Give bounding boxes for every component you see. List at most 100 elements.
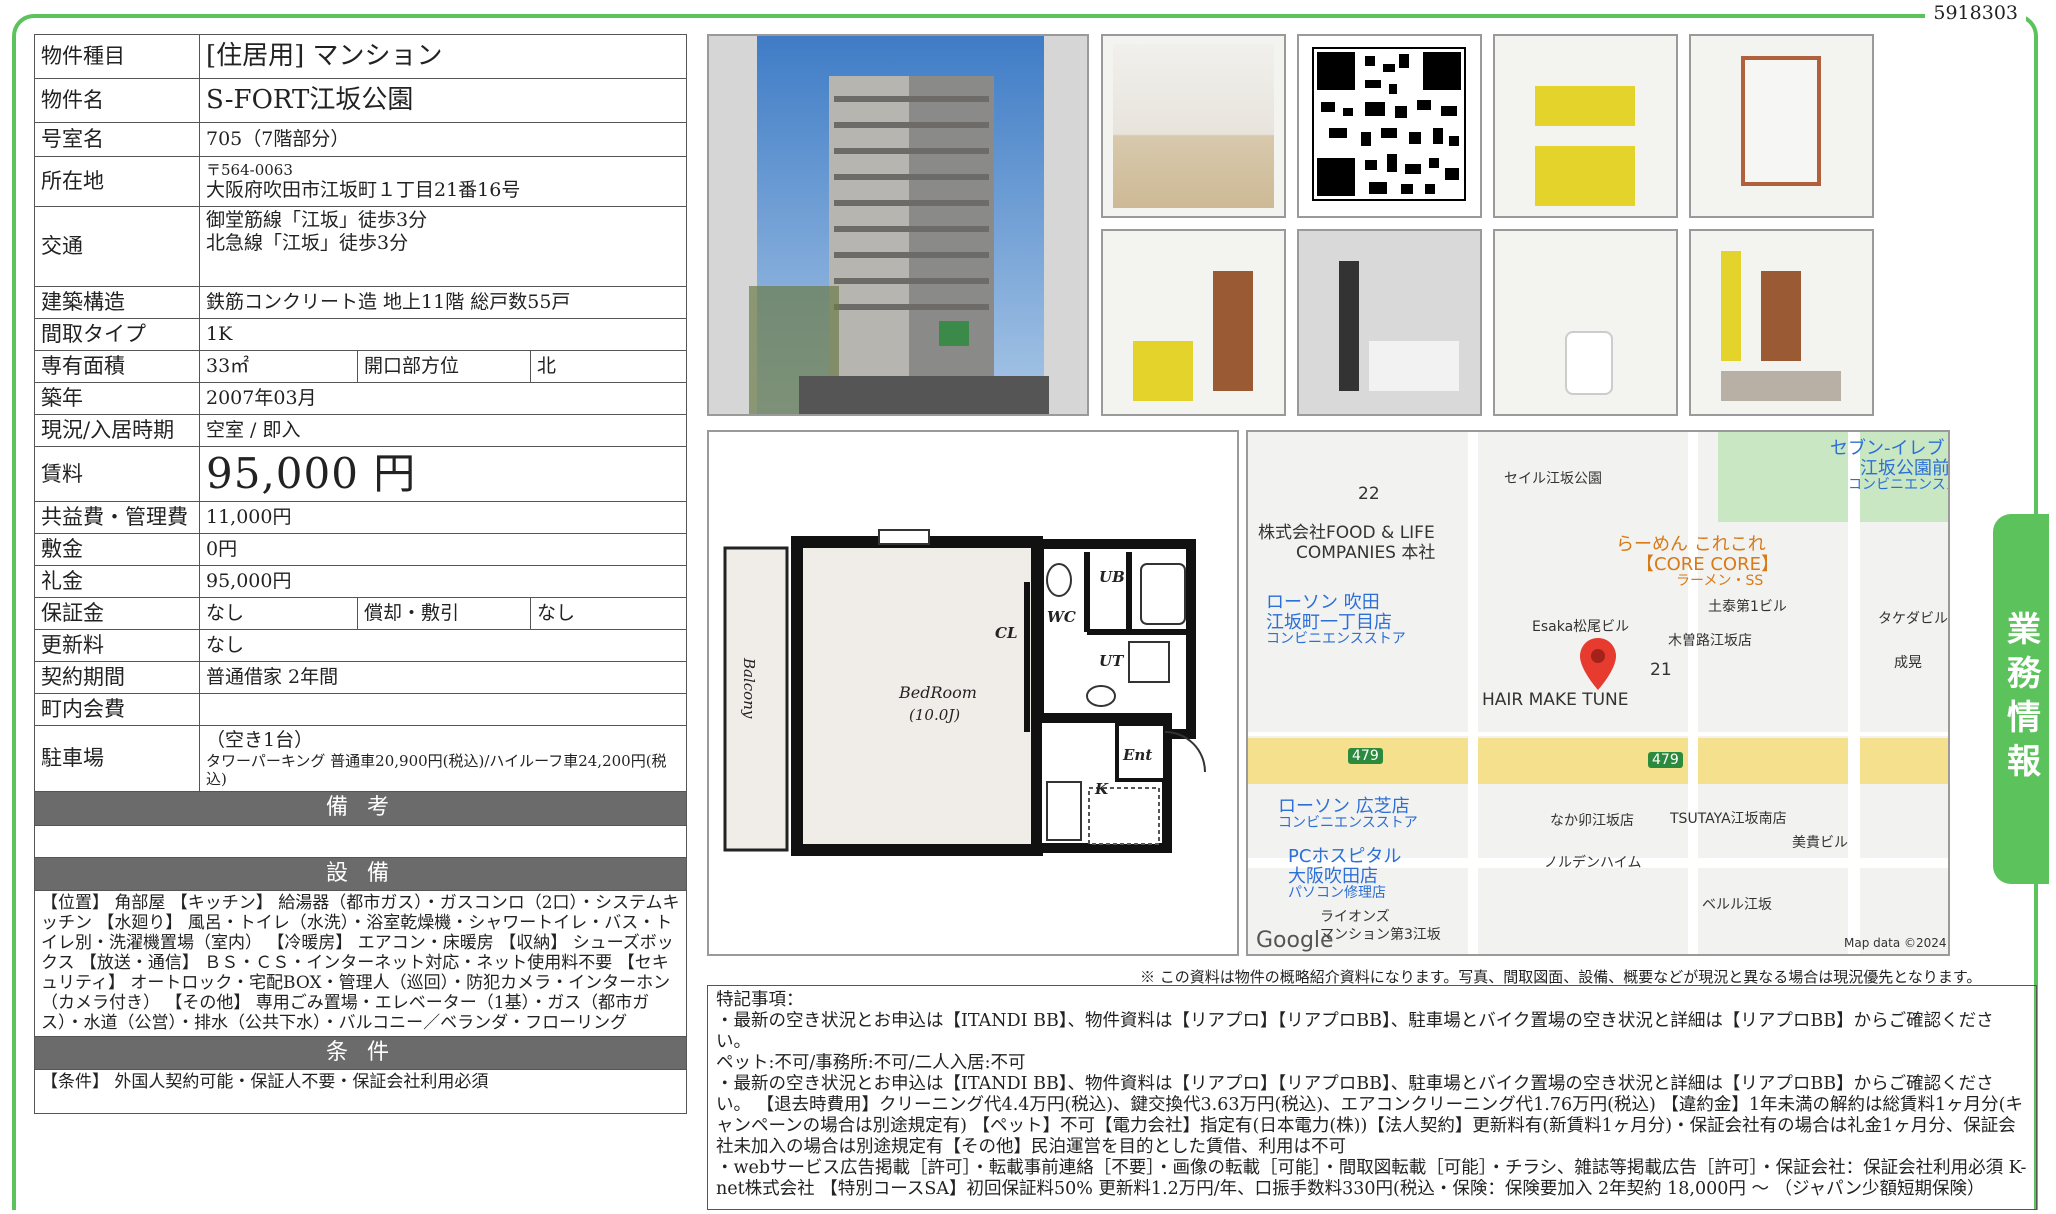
amort-label: 償却・敷引 <box>357 597 531 631</box>
layout-label: 間取タイプ <box>34 318 200 351</box>
remarks-line-3: ・最新の空き状況とお申込は【ITANDI BB】、物件資料は【リアプロ】【リアプ… <box>716 1074 2023 1157</box>
map-route-479a: 479 <box>1348 748 1383 764</box>
google-logo: Google <box>1256 928 1334 953</box>
interior-photo-kitchen <box>1493 34 1678 218</box>
disclaimer-note: ※ この資料は物件の概略紹介資料になります。写真、間取図面、設備、概要などが現況… <box>1140 968 1982 986</box>
map-label-21: 21 <box>1650 660 1672 680</box>
map-label-lions: ライオンズ <box>1320 909 1390 925</box>
interior-photo-closet <box>1689 34 1874 218</box>
plan-label-k: K <box>1094 780 1109 798</box>
area-map[interactable]: セブン-イレブ 江坂公園前 コンビニエンススト セイル江坂公園 22 株式会社F… <box>1246 430 1950 956</box>
parking-label: 駐車場 <box>34 725 200 793</box>
map-label-lawson2b: コンビニエンスストア <box>1278 815 1418 831</box>
map-label-takeda: タケダビル <box>1878 611 1948 627</box>
interior-photo-washroom <box>1101 229 1286 416</box>
plan-label-bedroom-size: (10.0J) <box>909 706 960 724</box>
building-exterior-photo <box>707 34 1089 416</box>
special-remarks: 特記事項： ・最新の空き状況とお申込は【ITANDI BB】、物件資料は【リアプ… <box>707 985 2037 1210</box>
guarantee-label: 保証金 <box>34 597 200 631</box>
renewal-value: なし <box>199 629 687 663</box>
bikou-value <box>34 824 687 858</box>
map-label-lions2: マンション第3江坂 <box>1320 927 1441 943</box>
rent-label: 賃料 <box>34 445 200 503</box>
traffic-2: 北急線「江坂」徒歩3分 <box>206 231 409 254</box>
fee-value: 11,000円 <box>199 501 687 535</box>
map-label-seimi: 成晃 <box>1894 655 1922 671</box>
direction-value: 北 <box>530 350 687 383</box>
guarantee-value: なし <box>199 597 358 631</box>
keymoney-value: 95,000円 <box>199 565 687 599</box>
interior-photo-bathroom <box>1297 229 1482 416</box>
traffic-1: 御堂筋線「江坂」徒歩3分 <box>206 209 428 231</box>
parking-detail: タワーパーキング 普通車20,900円(税込)/ハイルーフ車24,200円(税込… <box>206 752 667 789</box>
map-label-norden: ノルデンハイム <box>1544 855 1642 871</box>
area-value: 33㎡ <box>199 350 358 383</box>
type-value: [住居用] マンション <box>199 34 687 79</box>
setsubi-value: 【位置】 角部屋 【キッチン】 給湯器（都市ガス）・ガスコンロ（2口）・システム… <box>34 890 687 1037</box>
interior-photo-entrance <box>1689 229 1874 416</box>
map-label-doutai: 土泰第1ビル <box>1708 599 1787 615</box>
plan-label-cl: CL <box>995 624 1018 642</box>
map-label-biki: 美貴ビル <box>1792 835 1848 851</box>
address-value: 大阪府吹田市江坂町１丁目21番16号 <box>206 179 521 202</box>
map-label-naka: なか卯江坂店 <box>1550 813 1634 829</box>
remarks-title: 特記事項： <box>716 990 804 1010</box>
plan-label-balcony: Balcony <box>740 657 758 719</box>
parking-availability: （空き1台） <box>206 729 314 752</box>
remarks-line-4: ・webサービス広告掲載［許可］・転載事前連絡［不要］・画像の転載［可能］・間取… <box>716 1158 2027 1199</box>
map-label-esaka: Esaka松尾ビル <box>1532 619 1630 635</box>
property-pin-icon <box>1578 636 1618 692</box>
bikou-header: 備 考 <box>34 791 687 826</box>
built-label: 築年 <box>34 382 200 415</box>
contract-label: 契約期間 <box>34 661 200 695</box>
property-info-table: 物件種目 [住居用] マンション 物件名 S-FORT江坂公園 号室名 705（7階部… <box>34 34 687 1114</box>
plan-label-ub: UB <box>1099 568 1125 586</box>
contract-value: 普通借家 2年間 <box>199 661 687 695</box>
room-label: 号室名 <box>34 122 200 157</box>
plan-label-ut: UT <box>1099 652 1125 670</box>
map-route-479b: 479 <box>1648 752 1683 768</box>
town-label: 町内会費 <box>34 693 200 727</box>
jouken-value: 【条件】 外国人契約可能・保証人不要・保証会社利用必須 <box>34 1068 687 1114</box>
business-info-tab[interactable]: 業務情報 <box>1993 514 2049 884</box>
map-label-pc3: パソコン修理店 <box>1288 885 1386 901</box>
document-id: 5918303 <box>1925 2 2026 24</box>
map-label-belle: ベルル江坂 <box>1702 897 1772 913</box>
structure-value: 鉄筋コンクリート造 地上11階 総戸数55戸 <box>199 286 687 319</box>
jouken-header: 条 件 <box>34 1035 687 1070</box>
type-label: 物件種目 <box>34 34 200 79</box>
plan-label-bedroom: BedRoom <box>898 683 977 702</box>
map-label-seven3: コンビニエンススト <box>1848 477 1948 493</box>
area-label: 専有面積 <box>34 350 200 383</box>
setsubi-header: 設 備 <box>34 856 687 892</box>
traffic-label: 交通 <box>34 206 200 287</box>
map-label-kiso: 木曽路江坂店 <box>1668 633 1752 649</box>
map-label-food2: COMPANIES 本社 <box>1296 543 1436 563</box>
interior-photo-toilet <box>1493 229 1678 416</box>
remarks-line-1: ・最新の空き状況とお申込は【ITANDI BB】、物件資料は【リアプロ】【リアプ… <box>716 1011 1994 1052</box>
amort-value: なし <box>530 597 687 631</box>
status-value: 空室 / 即入 <box>199 414 687 447</box>
map-label-seil: セイル江坂公園 <box>1504 471 1602 487</box>
map-label-hair: HAIR MAKE TUNE <box>1482 690 1629 710</box>
layout-value: 1K <box>199 318 687 351</box>
fee-label: 共益費・管理費 <box>34 501 200 535</box>
direction-label: 開口部方位 <box>357 350 531 383</box>
qr-code <box>1297 34 1482 218</box>
town-value <box>199 693 687 727</box>
name-value: S-FORT江坂公園 <box>199 78 687 123</box>
rent-value: 95,000 円 <box>199 445 687 503</box>
deposit-value: 0円 <box>199 533 687 567</box>
deposit-label: 敷金 <box>34 533 200 567</box>
floor-plan: Balcony BedRoom (10.0J) CL WC UB UT Ent … <box>707 430 1239 956</box>
map-label-tsutaya: TSUTAYA江坂南店 <box>1670 811 1787 827</box>
map-data-credit: Map data ©2024 <box>1844 936 1947 950</box>
interior-photo-room <box>1101 34 1286 218</box>
plan-label-ent: Ent <box>1122 746 1152 764</box>
keymoney-label: 礼金 <box>34 565 200 599</box>
plan-label-wc: WC <box>1047 608 1076 626</box>
room-value: 705（7階部分） <box>199 122 687 157</box>
address-label: 所在地 <box>34 156 200 207</box>
map-label-ramen3: ラーメン・SS <box>1676 573 1764 589</box>
renewal-label: 更新料 <box>34 629 200 663</box>
